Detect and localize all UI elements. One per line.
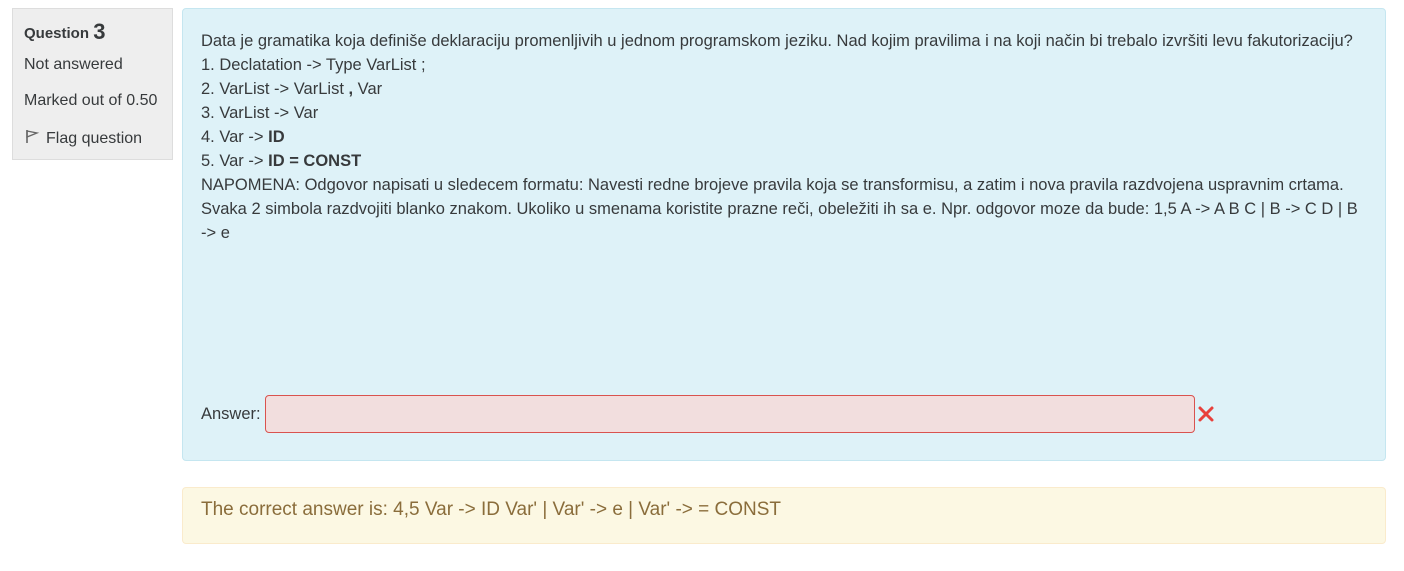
answer-format-note: NAPOMENA: Odgovor napisati u sledecem fo… bbox=[201, 176, 1358, 242]
rule-text-after: Var bbox=[353, 80, 383, 98]
answer-row: Answer: bbox=[201, 395, 1215, 433]
rule-text: 3. VarList -> Var bbox=[201, 104, 319, 122]
grammar-rule-2: 2. VarList -> VarList , Var bbox=[201, 77, 1367, 101]
flag-question-label: Flag question bbox=[46, 129, 143, 147]
rule-text: 1. Declatation -> Type VarList ; bbox=[201, 56, 426, 74]
question-intro: Data je gramatika koja definiše deklarac… bbox=[201, 32, 1353, 50]
flag-icon bbox=[24, 128, 46, 149]
incorrect-x-icon bbox=[1197, 405, 1215, 423]
grammar-rule-5: 5. Var -> ID = CONST bbox=[201, 149, 1367, 173]
quiz-page: Question 3 Not answered Marked out of 0.… bbox=[0, 0, 1404, 571]
rule-bold-text: ID bbox=[268, 128, 285, 146]
answer-label: Answer: bbox=[201, 405, 261, 423]
question-state: Not answered bbox=[24, 56, 123, 73]
question-number: 3 bbox=[93, 19, 106, 44]
correct-answer-text: The correct answer is: 4,5 Var -> ID Var… bbox=[201, 499, 782, 520]
question-info-panel: Question 3 Not answered Marked out of 0.… bbox=[12, 8, 173, 160]
question-label: Question bbox=[24, 25, 90, 42]
rule-text: 2. VarList -> VarList bbox=[201, 80, 349, 98]
question-grade: Marked out of 0.50 bbox=[24, 92, 158, 109]
correct-answer-feedback: The correct answer is: 4,5 Var -> ID Var… bbox=[182, 487, 1386, 544]
grammar-rule-1: 1. Declatation -> Type VarList ; bbox=[201, 53, 1367, 77]
grammar-rule-4: 4. Var -> ID bbox=[201, 125, 1367, 149]
question-content-box: Data je gramatika koja definiše deklarac… bbox=[182, 8, 1386, 461]
question-number-heading: Question 3 bbox=[24, 19, 161, 47]
grammar-rule-3: 3. VarList -> Var bbox=[201, 101, 1367, 125]
answer-input[interactable] bbox=[264, 395, 1195, 433]
rule-text: 4. Var -> bbox=[201, 128, 269, 146]
rule-text: 5. Var -> bbox=[201, 152, 269, 170]
rule-bold-text: ID = CONST bbox=[268, 152, 362, 170]
flag-question-button[interactable]: Flag question bbox=[24, 128, 161, 149]
